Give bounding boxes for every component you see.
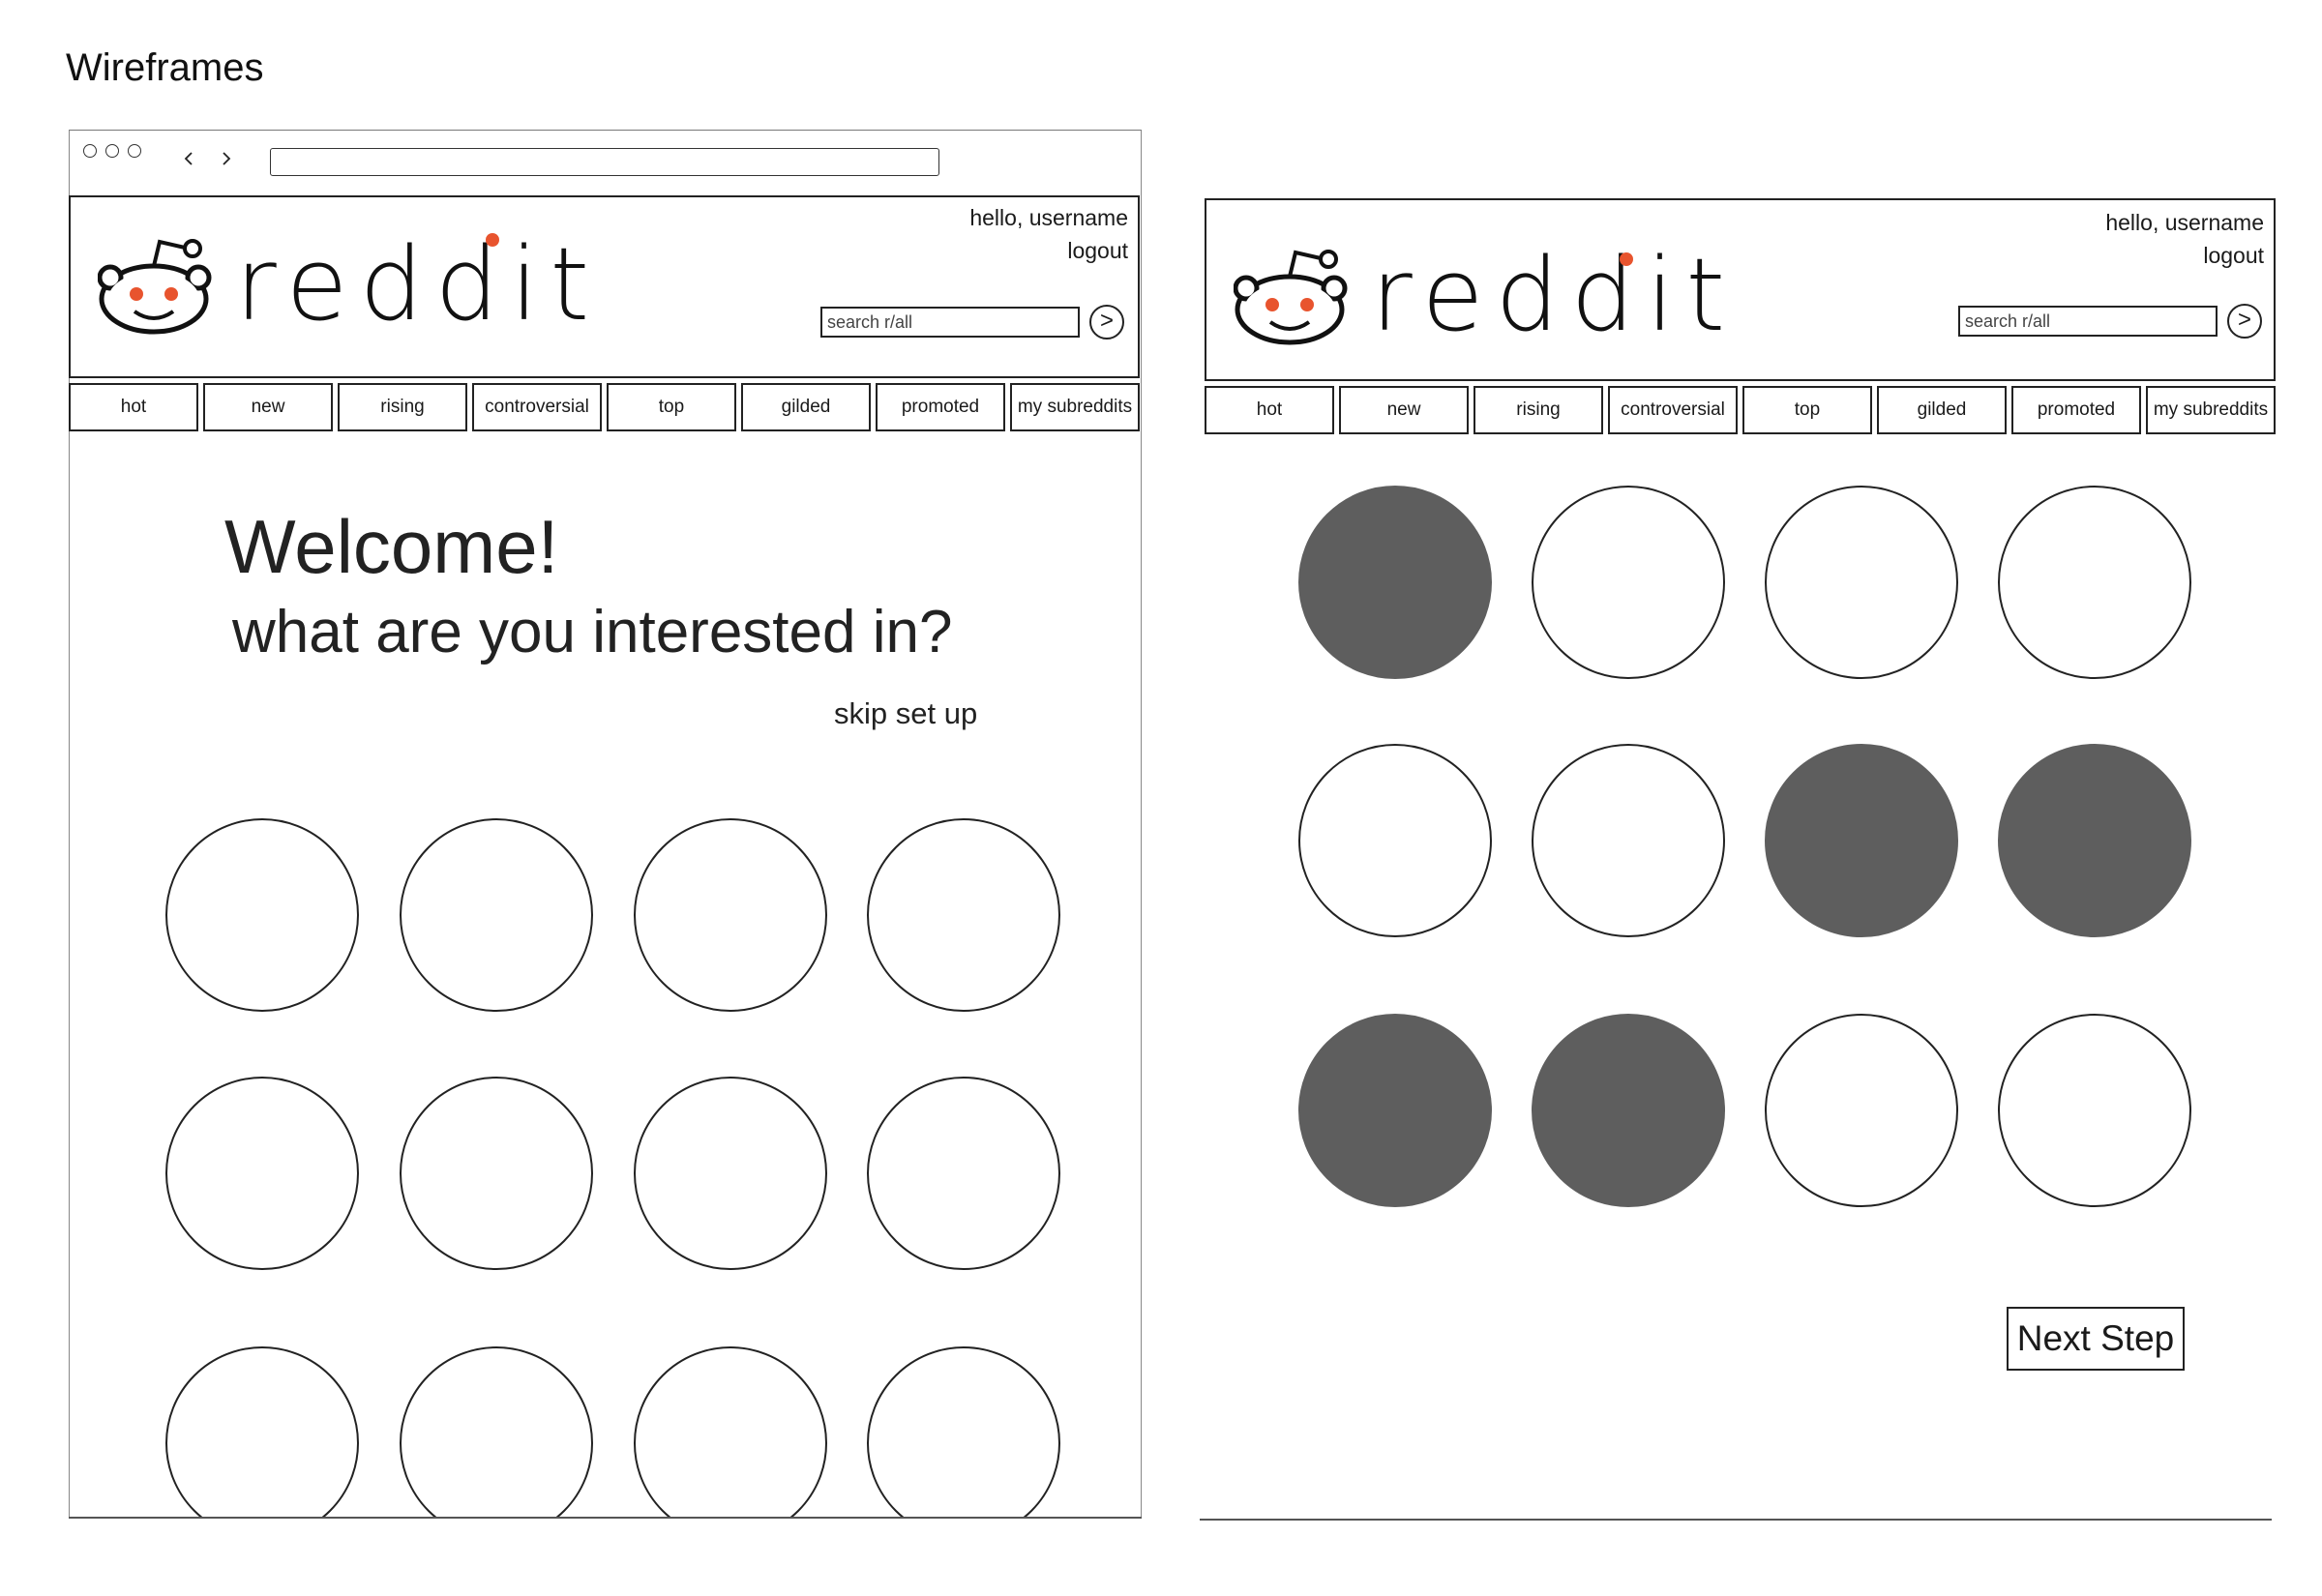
window-minimize-dot[interactable]: [105, 144, 119, 158]
forward-arrow-icon[interactable]: [220, 152, 233, 165]
search-input[interactable]: [1958, 306, 2218, 337]
window-close-dot[interactable]: [83, 144, 97, 158]
search-go-button[interactable]: >: [2227, 304, 2262, 339]
reddit-alien-icon[interactable]: [98, 234, 223, 340]
interest-option[interactable]: [1298, 744, 1492, 937]
window-maximize-dot[interactable]: [128, 144, 141, 158]
interest-option[interactable]: [400, 1077, 593, 1270]
tab-top[interactable]: top: [607, 383, 736, 431]
next-step-button[interactable]: Next Step: [2007, 1307, 2185, 1371]
tab-new[interactable]: new: [1339, 386, 1469, 434]
tab-top[interactable]: top: [1742, 386, 1872, 434]
interest-option[interactable]: [634, 1077, 827, 1270]
reddit-wordmark[interactable]: reddit: [1371, 245, 1737, 345]
tab-promoted[interactable]: promoted: [876, 383, 1005, 431]
logout-link[interactable]: logout: [2203, 239, 2264, 272]
interest-option[interactable]: [634, 1346, 827, 1540]
tab-hot[interactable]: hot: [1205, 386, 1334, 434]
scroll-clip: [69, 1517, 1142, 1594]
back-arrow-icon[interactable]: [182, 152, 195, 165]
wordmark-dot: [1620, 252, 1633, 266]
tab-controversial[interactable]: controversial: [472, 383, 602, 431]
browser-chrome: [70, 131, 1141, 194]
interest-option[interactable]: [1765, 486, 1958, 679]
skip-setup-link[interactable]: skip set up: [834, 696, 977, 731]
reddit-wordmark[interactable]: reddit: [235, 234, 601, 335]
interest-option[interactable]: [400, 818, 593, 1012]
interest-option[interactable]: [867, 1346, 1060, 1540]
browser-bottom-edge: [69, 1517, 1142, 1519]
tab-gilded[interactable]: gilded: [741, 383, 871, 431]
interest-option[interactable]: [1765, 1014, 1958, 1207]
interest-option[interactable]: [634, 818, 827, 1012]
tab-new[interactable]: new: [203, 383, 333, 431]
reddit-alien-icon[interactable]: [1234, 245, 1359, 351]
search-input[interactable]: [820, 307, 1080, 338]
tab-hot[interactable]: hot: [69, 383, 198, 431]
interest-option[interactable]: [1765, 744, 1958, 937]
tab-rising[interactable]: rising: [1474, 386, 1603, 434]
interest-option[interactable]: [1298, 1014, 1492, 1207]
tab-my-subreddits[interactable]: my subreddits: [1010, 383, 1140, 431]
interest-option[interactable]: [1532, 486, 1725, 679]
interest-option[interactable]: [165, 818, 359, 1012]
greeting-text: hello, username: [2105, 210, 2264, 235]
interest-option[interactable]: [1532, 1014, 1725, 1207]
tab-gilded[interactable]: gilded: [1877, 386, 2007, 434]
address-bar[interactable]: [270, 148, 939, 176]
interest-option[interactable]: [1998, 744, 2191, 937]
interest-option[interactable]: [1998, 486, 2191, 679]
interest-question: what are you interested in?: [232, 599, 953, 665]
interest-option[interactable]: [1532, 744, 1725, 937]
tab-promoted[interactable]: promoted: [2011, 386, 2141, 434]
interest-option[interactable]: [165, 1077, 359, 1270]
interest-option[interactable]: [867, 1077, 1060, 1270]
interest-option[interactable]: [867, 818, 1060, 1012]
interest-option[interactable]: [400, 1346, 593, 1540]
page-divider: [1200, 1519, 2272, 1521]
interest-option[interactable]: [1998, 1014, 2191, 1207]
tab-rising[interactable]: rising: [338, 383, 467, 431]
wordmark-dot: [486, 233, 499, 247]
interest-option[interactable]: [165, 1346, 359, 1540]
welcome-heading: Welcome!: [224, 504, 559, 589]
greeting-text: hello, username: [969, 205, 1128, 230]
tab-my-subreddits[interactable]: my subreddits: [2146, 386, 2276, 434]
interest-option[interactable]: [1298, 486, 1492, 679]
tab-controversial[interactable]: controversial: [1608, 386, 1738, 434]
logout-link[interactable]: logout: [1067, 234, 1128, 267]
page-title: Wireframes: [66, 46, 264, 89]
search-go-button[interactable]: >: [1089, 305, 1124, 340]
site-header: reddit hello, username logout >: [69, 195, 1140, 378]
site-header-step2: reddit hello, username logout >: [1205, 198, 2276, 381]
